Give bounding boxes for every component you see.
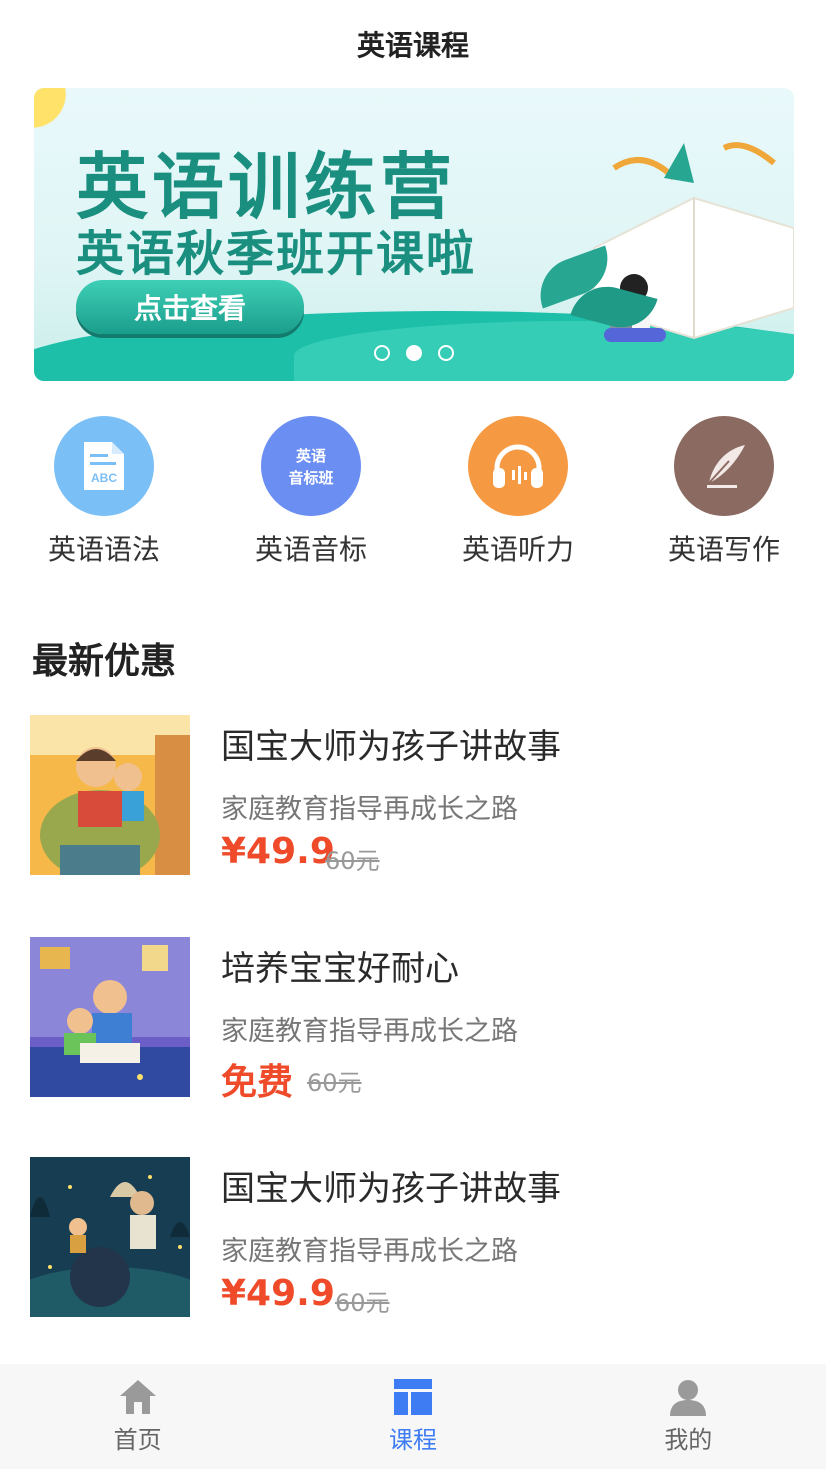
- tab-label: 课程: [388, 1426, 437, 1454]
- course-price: 免费: [221, 1062, 294, 1103]
- course-title[interactable]: 国宝大师为孩子讲故事: [221, 719, 561, 768]
- banner-subtitle: 英语秋季班开课啦: [76, 226, 477, 282]
- svg-text:音标班: 音标班: [288, 469, 333, 487]
- original-price: 60元: [307, 1069, 362, 1097]
- category-listening[interactable]: 英语听力: [448, 416, 588, 568]
- original-price: 60元: [325, 847, 380, 875]
- tab-me[interactable]: 我的: [551, 1364, 826, 1469]
- course-thumbnail[interactable]: [30, 715, 190, 875]
- view-button[interactable]: 点击查看: [76, 280, 304, 334]
- course-item[interactable]: 国宝大师为孩子讲故事 家庭教育指导再成长之路 ¥49.9 60元: [30, 715, 796, 875]
- category-label: 英语语法: [47, 533, 160, 566]
- course-title[interactable]: 培养宝宝好耐心: [221, 941, 459, 990]
- abc-document-icon: ABC: [54, 416, 154, 516]
- course-subtitle: 家庭教育指导再成长之路: [221, 794, 518, 825]
- category-label: 英语听力: [461, 533, 574, 566]
- course-grid-icon: [393, 1379, 432, 1415]
- carousel-dot[interactable]: [374, 345, 390, 361]
- user-icon: [670, 1380, 707, 1416]
- course-price: ¥49.9: [221, 831, 335, 872]
- tab-label: 首页: [113, 1426, 162, 1454]
- category-label: 英语音标: [254, 533, 367, 566]
- tab-home[interactable]: 首页: [0, 1364, 275, 1469]
- course-item[interactable]: 国宝大师为孩子讲故事 家庭教育指导再成长之路 ¥49.9 60元: [30, 1157, 796, 1317]
- course-thumbnail[interactable]: [30, 937, 190, 1097]
- tab-label: 我的: [664, 1426, 713, 1454]
- page-title: 英语课程: [356, 29, 469, 62]
- category-grammar[interactable]: ABC 英语语法: [34, 416, 174, 568]
- course-item[interactable]: 培养宝宝好耐心 家庭教育指导再成长之路 免费 60元: [30, 937, 796, 1103]
- carousel-indicator: [34, 345, 794, 361]
- course-subtitle: 家庭教育指导再成长之路: [221, 1236, 518, 1267]
- category-phonetics[interactable]: 英语 音标班 英语音标: [241, 416, 381, 568]
- course-subtitle: 家庭教育指导再成长之路: [221, 1016, 518, 1047]
- category-label: 英语写作: [667, 533, 780, 566]
- home-icon: [119, 1380, 156, 1414]
- quill-icon: [674, 416, 774, 516]
- category-writing[interactable]: 英语写作: [654, 416, 794, 568]
- carousel-dot[interactable]: [438, 345, 454, 361]
- original-price: 60元: [335, 1289, 390, 1317]
- tab-courses[interactable]: 课程: [275, 1364, 550, 1469]
- category-menu: ABC 英语语法 英语 音标班 英语音标 英语听力 英语写作: [0, 416, 826, 566]
- course-price: ¥49.9: [221, 1273, 335, 1314]
- headphones-icon: [468, 416, 568, 516]
- course-title[interactable]: 国宝大师为孩子讲故事: [221, 1161, 561, 1210]
- phonetics-icon: 英语 音标班: [261, 416, 361, 516]
- promo-banner[interactable]: 英语训练营 英语秋季班开课啦 点击查看: [34, 88, 794, 381]
- bottom-tab-bar: 首页 课程 我的: [0, 1364, 826, 1469]
- svg-text:ABC: ABC: [91, 471, 117, 485]
- carousel-dot[interactable]: [406, 345, 422, 361]
- course-thumbnail[interactable]: [30, 1157, 190, 1317]
- section-title: 最新优惠: [32, 641, 177, 682]
- svg-text:英语: 英语: [296, 447, 326, 465]
